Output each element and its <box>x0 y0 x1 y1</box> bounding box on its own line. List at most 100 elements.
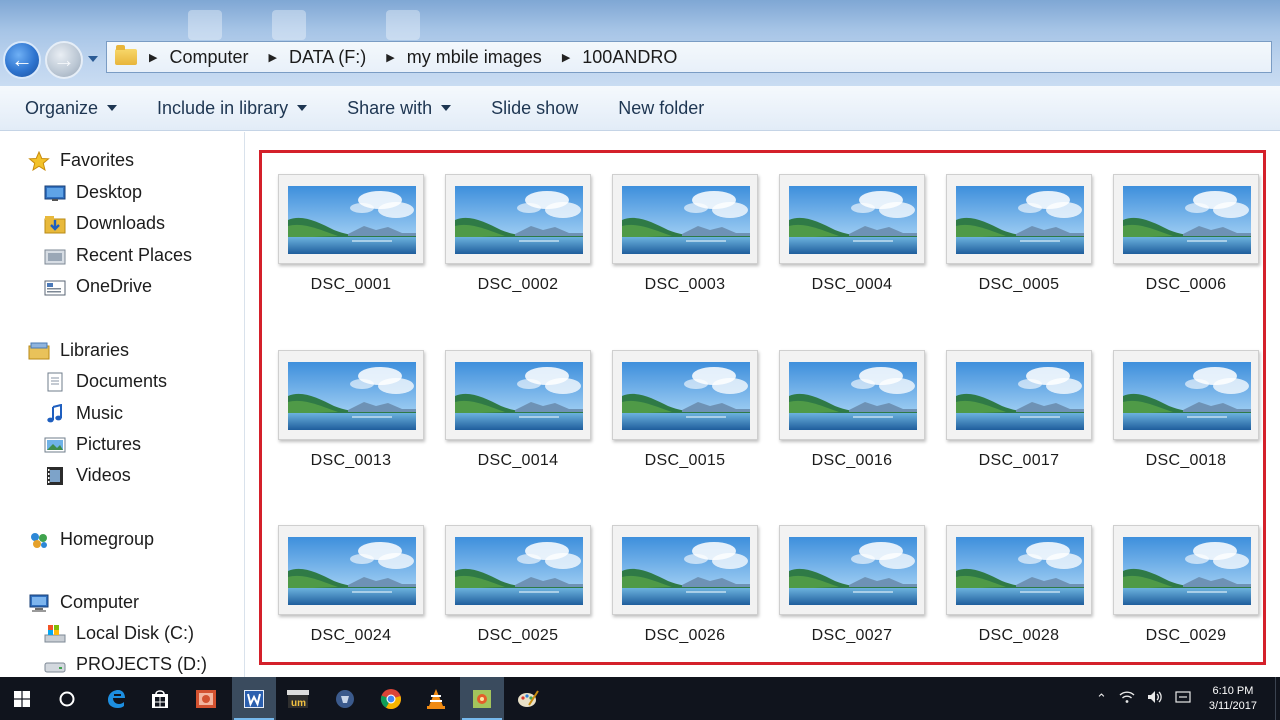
address-bar[interactable]: ▶ Computer ▶ DATA (F:) ▶ my mbile images… <box>106 41 1272 73</box>
file-name-label[interactable]: DSC_0005 <box>946 276 1092 294</box>
chrome-button[interactable] <box>369 677 413 720</box>
file-name-label[interactable]: DSC_0013 <box>278 452 424 470</box>
file-name-label[interactable]: DSC_0025 <box>445 627 591 645</box>
image-thumbnail[interactable] <box>946 174 1092 264</box>
powerpoint-button[interactable] <box>184 677 228 720</box>
edge-button[interactable] <box>94 677 138 720</box>
breadcrumb-images-folder[interactable]: ▶ my mbile images <box>386 47 562 68</box>
include-in-library-menu[interactable]: Include in library <box>157 98 308 119</box>
image-thumbnail[interactable] <box>612 174 758 264</box>
nav-projects-d[interactable]: PROJECTS (D:) <box>44 654 207 675</box>
chevron-right-icon[interactable]: ▶ <box>269 51 277 64</box>
show-desktop-button[interactable] <box>1275 677 1280 720</box>
image-thumbnail[interactable] <box>779 350 925 440</box>
share-with-menu[interactable]: Share with <box>347 98 452 119</box>
chevron-right-icon[interactable]: ▶ <box>562 51 570 64</box>
caret-down-icon[interactable] <box>107 105 118 111</box>
taskbar-clock[interactable]: 6:10 PM 3/11/2017 <box>1209 684 1257 714</box>
paint-button[interactable] <box>506 677 550 720</box>
image-file-tile[interactable]: DSC_0016 <box>779 350 929 470</box>
image-thumbnail[interactable] <box>779 174 925 264</box>
file-name-label[interactable]: DSC_0001 <box>278 276 424 294</box>
clock-time[interactable]: 6:10 PM <box>1209 684 1257 699</box>
file-name-label[interactable]: DSC_0024 <box>278 627 424 645</box>
chevron-right-icon[interactable]: ▶ <box>386 51 394 64</box>
breadcrumb-data-drive[interactable]: ▶ DATA (F:) <box>269 47 387 68</box>
file-name-label[interactable]: DSC_0016 <box>779 452 925 470</box>
nav-homegroup[interactable]: Homegroup <box>28 529 154 550</box>
breadcrumb-computer[interactable]: ▶ Computer <box>149 47 269 68</box>
word-button[interactable] <box>232 677 276 720</box>
file-name-label[interactable]: DSC_0004 <box>779 276 925 294</box>
clock-date[interactable]: 3/11/2017 <box>1209 699 1257 714</box>
media-app-button[interactable] <box>323 677 367 720</box>
forward-button[interactable]: → <box>45 41 83 79</box>
paint-app-button[interactable] <box>460 677 504 720</box>
image-file-tile[interactable]: DSC_0028 <box>946 525 1096 645</box>
file-name-label[interactable]: DSC_0027 <box>779 627 925 645</box>
recent-locations-dropdown[interactable] <box>88 56 98 62</box>
image-file-tile[interactable]: DSC_0003 <box>612 174 762 294</box>
chevron-right-icon[interactable]: ▶ <box>149 51 157 64</box>
image-thumbnail[interactable] <box>612 525 758 615</box>
file-name-label[interactable]: DSC_0018 <box>1113 452 1259 470</box>
file-name-label[interactable]: DSC_0002 <box>445 276 591 294</box>
image-file-tile[interactable]: DSC_0004 <box>779 174 929 294</box>
image-thumbnail[interactable] <box>946 350 1092 440</box>
caret-down-icon[interactable] <box>441 105 452 111</box>
caret-down-icon[interactable] <box>297 105 308 111</box>
nav-local-disk-c[interactable]: Local Disk (C:) <box>44 623 194 644</box>
file-name-label[interactable]: DSC_0015 <box>612 452 758 470</box>
nav-favorites[interactable]: Favorites <box>28 150 134 171</box>
nav-documents[interactable]: Documents <box>44 371 167 392</box>
image-thumbnail[interactable] <box>1113 174 1259 264</box>
back-button[interactable]: ← <box>3 41 41 79</box>
file-name-label[interactable]: DSC_0028 <box>946 627 1092 645</box>
nav-libraries[interactable]: Libraries <box>28 340 129 361</box>
nav-desktop[interactable]: Desktop <box>44 182 142 203</box>
image-thumbnail[interactable] <box>278 525 424 615</box>
image-file-tile[interactable]: DSC_0001 <box>278 174 428 294</box>
nav-videos[interactable]: Videos <box>44 465 131 486</box>
nav-onedrive[interactable]: OneDrive <box>44 276 152 297</box>
chevron-up-icon[interactable]: ⌃ <box>1096 691 1107 707</box>
file-name-label[interactable]: DSC_0017 <box>946 452 1092 470</box>
image-file-tile[interactable]: DSC_0027 <box>779 525 929 645</box>
file-list-pane[interactable]: DSC_0001 DSC_0002 DSC_0003 DSC_0004 DSC_0005… <box>246 132 1280 677</box>
vlc-button[interactable] <box>414 677 458 720</box>
file-name-label[interactable]: DSC_0006 <box>1113 276 1259 294</box>
nav-computer[interactable]: Computer <box>28 592 139 613</box>
file-name-label[interactable]: DSC_0014 <box>445 452 591 470</box>
image-thumbnail[interactable] <box>779 525 925 615</box>
organize-menu[interactable]: Organize <box>25 98 118 119</box>
image-file-tile[interactable]: DSC_0014 <box>445 350 595 470</box>
image-thumbnail[interactable] <box>445 174 591 264</box>
image-file-tile[interactable]: DSC_0029 <box>1113 525 1263 645</box>
image-file-tile[interactable]: DSC_0024 <box>278 525 428 645</box>
image-file-tile[interactable]: DSC_0015 <box>612 350 762 470</box>
image-file-tile[interactable]: DSC_0018 <box>1113 350 1263 470</box>
image-file-tile[interactable]: DSC_0005 <box>946 174 1096 294</box>
start-button[interactable] <box>0 677 44 720</box>
volume-icon[interactable] <box>1147 690 1163 707</box>
image-file-tile[interactable]: DSC_0006 <box>1113 174 1263 294</box>
image-thumbnail[interactable] <box>1113 525 1259 615</box>
image-thumbnail[interactable] <box>278 174 424 264</box>
image-thumbnail[interactable] <box>946 525 1092 615</box>
nav-music[interactable]: Music <box>44 403 123 424</box>
file-name-label[interactable]: DSC_0026 <box>612 627 758 645</box>
breadcrumb-current-folder[interactable]: ▶ 100ANDRO <box>562 47 698 68</box>
movie-maker-button[interactable]: um <box>276 677 320 720</box>
new-folder-button[interactable]: New folder <box>618 98 704 119</box>
image-thumbnail[interactable] <box>445 350 591 440</box>
image-file-tile[interactable]: DSC_0026 <box>612 525 762 645</box>
nav-downloads[interactable]: Downloads <box>44 213 165 234</box>
image-file-tile[interactable]: DSC_0013 <box>278 350 428 470</box>
cortana-button[interactable] <box>45 677 89 720</box>
image-file-tile[interactable]: DSC_0017 <box>946 350 1096 470</box>
image-file-tile[interactable]: DSC_0002 <box>445 174 595 294</box>
image-thumbnail[interactable] <box>445 525 591 615</box>
image-thumbnail[interactable] <box>278 350 424 440</box>
wifi-icon[interactable] <box>1119 690 1135 707</box>
input-language-icon[interactable] <box>1175 690 1191 707</box>
